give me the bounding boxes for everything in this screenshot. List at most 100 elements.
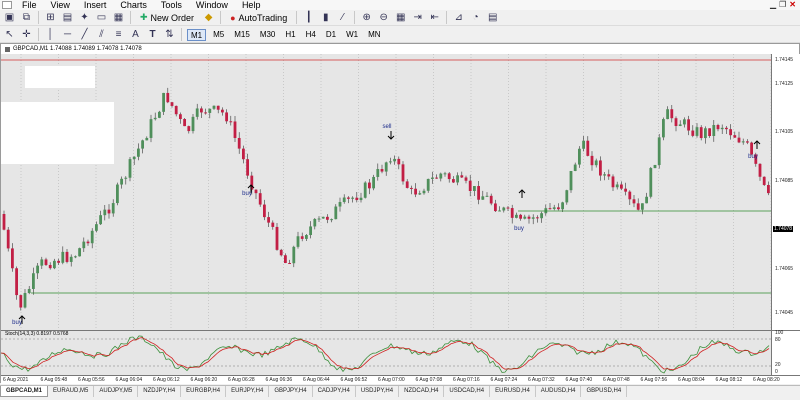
candle-body xyxy=(552,207,556,209)
stochastic-plot[interactable] xyxy=(0,330,771,375)
timeframe-w1[interactable]: W1 xyxy=(343,29,361,41)
timeframe-m30[interactable]: M30 xyxy=(257,29,279,41)
menu-charts[interactable]: Charts xyxy=(113,0,154,10)
market-watch-icon[interactable]: ⊞ xyxy=(44,11,57,24)
timeframe-m1[interactable]: M1 xyxy=(187,28,207,41)
candle-body xyxy=(653,164,657,169)
navigator-icon[interactable]: ✦ xyxy=(78,11,91,24)
time-axis[interactable]: 6 Aug 2021 6 Aug 05:48 6 Aug 05:56 6 Aug 06… xyxy=(1,375,800,384)
chart-tab[interactable]: EURJPY,H4 xyxy=(226,386,270,397)
menu-insert[interactable]: Insert xyxy=(77,0,114,10)
candle-body xyxy=(384,162,388,172)
price-label: 1.74045 xyxy=(775,310,794,316)
chart-tab[interactable]: NZDJPY,H4 xyxy=(138,386,182,397)
close-icon[interactable]: ✕ xyxy=(789,0,796,10)
candle-body xyxy=(426,178,430,191)
chart-tab[interactable]: EURAUD,M5 xyxy=(48,386,95,397)
candle-body xyxy=(712,125,716,136)
chart-window[interactable]: GBPCAD,M1 1.74088 1.74089 1.74078 1.7407… xyxy=(0,43,800,384)
tile-windows-icon[interactable]: ▦ xyxy=(394,11,407,24)
chart-tab[interactable]: AUDUSD,H4 xyxy=(536,386,582,397)
candle-body xyxy=(40,259,44,266)
candle-body xyxy=(670,109,674,119)
trendline-icon[interactable]: ╱ xyxy=(78,28,91,41)
restore-icon[interactable]: ❐ xyxy=(779,0,786,10)
chart-tab[interactable]: CADJPY,H4 xyxy=(313,386,356,397)
minimize-icon[interactable]: ▁ xyxy=(770,0,776,10)
symbol-icon xyxy=(5,46,10,52)
price-plot[interactable]: buy buy sell buy buy xyxy=(1,54,772,330)
periods-icon[interactable]: ◔ xyxy=(469,11,482,24)
osc-level-label: 80 xyxy=(775,337,781,343)
candlestick-icon[interactable]: ▮ xyxy=(319,11,332,24)
timeframe-h1[interactable]: H1 xyxy=(282,29,298,41)
metaeditor-icon[interactable]: ◆ xyxy=(202,11,215,24)
text-tool-icon[interactable]: A xyxy=(129,28,142,41)
candle-body xyxy=(107,209,111,214)
strategy-tester-icon[interactable]: ▦ xyxy=(112,11,125,24)
menu-file[interactable]: File xyxy=(15,0,44,10)
autotrading-button[interactable]: ● AutoTrading xyxy=(226,11,291,24)
vertical-line-icon[interactable]: │ xyxy=(44,28,57,41)
candle-body xyxy=(321,216,325,219)
cursor-icon[interactable]: ↖ xyxy=(3,28,16,41)
timeframe-m15[interactable]: M15 xyxy=(231,29,253,41)
chart-shift-icon[interactable]: ⇤ xyxy=(428,11,441,24)
chart-tab[interactable]: EURGBP,H4 xyxy=(181,386,227,397)
line-chart-icon[interactable]: ⁄ xyxy=(336,11,349,24)
candle-body xyxy=(733,135,737,138)
templates-icon[interactable]: ▤ xyxy=(486,11,499,24)
candle-body xyxy=(746,141,749,143)
candle-body xyxy=(502,207,506,211)
time-label: 6 Aug 06:28 xyxy=(228,377,255,383)
app-icon[interactable] xyxy=(2,1,12,9)
candle-body xyxy=(741,141,745,143)
chart-tab[interactable]: GBPUSD,H4 xyxy=(581,386,628,397)
candle-body xyxy=(720,127,724,130)
timeframe-h4[interactable]: H4 xyxy=(303,29,319,41)
arrows-icon[interactable]: ⇅ xyxy=(163,28,176,41)
zoom-in-icon[interactable]: ⊕ xyxy=(360,11,373,24)
chart-tab[interactable]: USDCAD,H4 xyxy=(444,386,491,397)
indicators-icon[interactable]: ⊿ xyxy=(452,11,465,24)
time-label: 6 Aug 07:00 xyxy=(378,377,405,383)
menu-help[interactable]: Help xyxy=(235,0,268,10)
zoom-out-icon[interactable]: ⊖ xyxy=(377,11,390,24)
chart-tab[interactable]: GBPCAD,M1 xyxy=(0,386,49,397)
candle-body xyxy=(363,182,367,198)
timeframe-d1[interactable]: D1 xyxy=(323,29,339,41)
menu-window[interactable]: Window xyxy=(189,0,235,10)
candle-body xyxy=(212,105,216,109)
candle-body xyxy=(300,236,304,239)
channel-icon[interactable]: ⫽ xyxy=(95,28,108,41)
chart-tab[interactable]: GBPJPY,H4 xyxy=(269,386,313,397)
fibonacci-icon[interactable]: ≡ xyxy=(112,28,125,41)
time-label: 6 Aug 07:32 xyxy=(528,377,555,383)
candle-body xyxy=(82,241,86,249)
new-order-button[interactable]: ✚ New Order xyxy=(136,11,198,24)
data-window-icon[interactable]: ▤ xyxy=(61,11,74,24)
menu-tools[interactable]: Tools xyxy=(154,0,189,10)
chart-tab[interactable]: NZDCAD,H4 xyxy=(399,386,445,397)
autotrading-label: AutoTrading xyxy=(238,12,288,23)
autoscroll-icon[interactable]: ⇥ xyxy=(411,11,424,24)
profiles-icon[interactable]: ⧉ xyxy=(20,11,33,24)
terminal-icon[interactable]: ▭ xyxy=(95,11,108,24)
price-axis[interactable]: 1.74145 1.74125 1.74105 1.74085 1.74078 … xyxy=(771,54,800,330)
chart-tab[interactable]: EURUSD,H4 xyxy=(490,386,536,397)
candle-body xyxy=(678,124,682,127)
osc-level-label: 100 xyxy=(775,330,784,336)
chart-tab[interactable]: USDJPY,H4 xyxy=(356,386,400,397)
candle-body xyxy=(704,128,707,139)
candle-body xyxy=(498,210,501,212)
timeframe-m5[interactable]: M5 xyxy=(210,29,227,41)
menu-view[interactable]: View xyxy=(44,0,77,10)
new-order-label: New Order xyxy=(150,12,195,23)
timeframe-mn[interactable]: MN xyxy=(365,29,383,41)
bar-chart-icon[interactable]: ┃ xyxy=(302,11,315,24)
horizontal-line-icon[interactable]: ─ xyxy=(61,28,74,41)
crosshair-icon[interactable]: ✛ xyxy=(20,28,33,41)
text-label-tool-icon[interactable]: T xyxy=(146,28,159,41)
chart-tab[interactable]: AUDJPY,M5 xyxy=(94,386,139,397)
new-chart-icon[interactable]: ▣ xyxy=(3,11,16,24)
